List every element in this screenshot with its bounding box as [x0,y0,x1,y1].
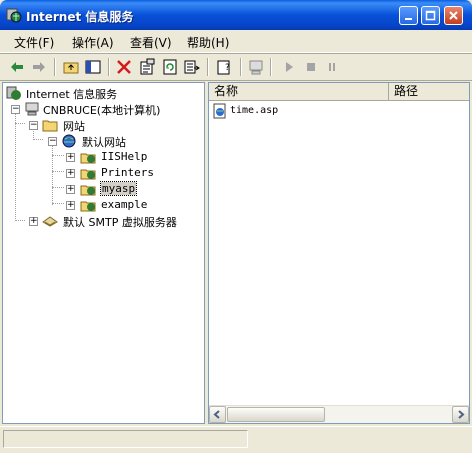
forward-arrow-icon[interactable] [30,58,48,76]
pause-icon[interactable] [323,58,341,76]
list-item-name: time.asp [230,105,279,116]
tree-root[interactable]: Internet 信息服务 [6,85,201,101]
window-title: Internet 信息服务 [26,10,134,24]
tree-computer-label: CNBRUCE(本地计算机) [43,104,161,117]
iis-window: Internet 信息服务 文件(F) 操作(A) 查看(V) 帮助(H) ? [0,0,472,453]
maximize-button[interactable] [421,6,440,25]
refresh-icon[interactable] [161,58,179,76]
tree-item-label-selected: myasp [99,181,138,196]
stop-icon[interactable] [302,58,320,76]
horizontal-scrollbar[interactable] [209,405,469,423]
menu-action[interactable]: 操作(A) [72,34,114,51]
iis-app-icon [6,8,22,23]
tree-item-myasp[interactable]: + myasp [66,181,201,197]
menu-help[interactable]: 帮助(H) [187,34,229,51]
tree-smtp-label: 默认 SMTP 虚拟服务器 [63,216,177,229]
expand-printers[interactable]: + [66,169,75,178]
properties-icon[interactable] [138,58,156,76]
chevron-right-icon [458,410,465,419]
smtp-server-icon [42,216,58,227]
status-field [3,430,248,448]
tree-item-label: Printers [101,166,154,179]
virtual-dir-icon [80,185,96,196]
tree-default-site[interactable]: − 默认网站 [46,133,201,149]
column-header-name[interactable]: 名称 [209,83,389,100]
tree-sites-label: 网站 [63,120,85,133]
scroll-right-button[interactable] [452,406,469,423]
delete-icon[interactable] [115,58,133,76]
close-button[interactable] [444,6,463,25]
maximize-icon [425,10,436,21]
tree-default-site-label: 默认网站 [82,136,126,149]
column-header-path[interactable]: 路径 [389,83,469,100]
status-bar [0,426,472,453]
tree-computer[interactable]: − CNBRUCE(本地计算机) [9,101,204,117]
asp-file-icon [213,103,226,119]
list-pane[interactable]: 名称 路径 time.asp [208,82,470,424]
list-header: 名称 路径 [209,83,469,101]
tree-item-label: IISHelp [101,150,148,163]
scroll-thumb[interactable] [227,407,325,422]
virtual-dir-icon [80,153,96,164]
minimize-button[interactable] [399,6,418,25]
title-bar[interactable]: Internet 信息服务 [0,0,472,30]
iis-icon [6,86,21,100]
collapse-computer[interactable]: − [11,105,20,114]
computer-icon[interactable] [247,58,265,76]
tree-item-example[interactable]: + example [66,197,201,213]
close-icon [449,11,458,20]
expand-smtp[interactable]: + [29,217,38,226]
collapse-default-site[interactable]: − [48,137,57,146]
help-icon[interactable]: ? [216,58,234,76]
export-list-icon[interactable] [183,58,201,76]
tree-item-label: example [101,198,148,211]
tree-item-printers[interactable]: + Printers [66,165,201,181]
start-icon[interactable] [280,58,298,76]
tree-sites[interactable]: − 网站 [27,117,202,133]
virtual-dir-icon [80,201,96,212]
show-tree-icon[interactable] [84,58,102,76]
tree-smtp[interactable]: + 默认 SMTP 虚拟服务器 [27,213,202,229]
menu-bar: 文件(F) 操作(A) 查看(V) 帮助(H) [0,30,472,53]
virtual-dir-icon [80,169,96,180]
menu-file[interactable]: 文件(F) [14,34,54,51]
website-globe-icon [62,134,76,148]
up-folder-icon[interactable] [62,58,80,76]
expand-example[interactable]: + [66,201,75,210]
expand-iishelp[interactable]: + [66,153,75,162]
back-arrow-icon[interactable] [8,58,26,76]
tree-root-label: Internet 信息服务 [26,88,118,101]
svg-text:?: ? [225,63,230,73]
computer-node-icon [25,102,39,116]
expand-myasp[interactable]: + [66,185,75,194]
minimize-icon [405,18,412,20]
toolbar: ? [0,53,472,81]
tree-pane[interactable]: Internet 信息服务 − CNBRUCE(本地计算机) − 网站 − 默认… [2,82,205,424]
folder-icon [42,120,58,132]
chevron-left-icon [213,410,220,419]
tree-item-iishelp[interactable]: + IISHelp [66,149,201,165]
menu-view[interactable]: 查看(V) [130,34,172,51]
collapse-sites[interactable]: − [29,121,38,130]
scroll-left-button[interactable] [209,406,226,423]
